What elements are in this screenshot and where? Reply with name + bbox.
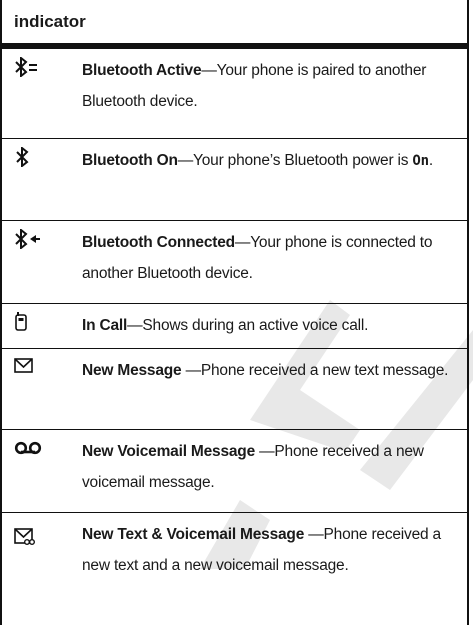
row-desc: —Your phone’s Bluetooth power is — [177, 152, 413, 169]
row-text: New Voicemail Message —Phone received a … — [82, 430, 467, 512]
row-desc-end: . — [428, 152, 433, 169]
row-title: New Text & Voicemail Message — [82, 526, 309, 543]
row-text: Bluetooth On—Your phone’s Bluetooth powe… — [82, 139, 467, 220]
icon-cell — [2, 221, 82, 303]
row-title: New Voicemail Message — [82, 443, 260, 460]
table-row: In Call—Shows during an active voice cal… — [2, 304, 467, 349]
icon-cell — [2, 349, 82, 429]
voicemail-icon — [14, 441, 42, 455]
table-row: Bluetooth On—Your phone’s Bluetooth powe… — [2, 139, 467, 221]
table-row: New Text & Voicemail Message —Phone rece… — [2, 513, 467, 625]
row-text: Bluetooth Active—Your phone is paired to… — [82, 49, 467, 138]
row-title: Bluetooth Active — [82, 62, 202, 79]
icon-cell — [2, 49, 82, 138]
icon-cell — [2, 304, 82, 348]
header-title: indicator — [14, 11, 86, 31]
row-title: New Message — [82, 362, 186, 379]
bluetooth-connected-icon — [15, 229, 40, 249]
text-voicemail-icon — [14, 528, 35, 545]
row-title: In Call — [82, 317, 128, 334]
icon-cell — [2, 513, 82, 625]
row-desc: —Phone received a new text message. — [185, 362, 449, 379]
row-text: Bluetooth Connected—Your phone is connec… — [82, 221, 467, 303]
table-row: Bluetooth Active—Your phone is paired to… — [2, 49, 467, 139]
row-text: New Message —Phone received a new text m… — [82, 349, 467, 429]
new-message-icon — [14, 358, 33, 373]
table-row: New Voicemail Message —Phone received a … — [2, 430, 467, 513]
table-row: Bluetooth Connected—Your phone is connec… — [2, 221, 467, 304]
table-header: indicator — [2, 0, 467, 49]
row-text: In Call—Shows during an active voice cal… — [82, 304, 467, 348]
row-text: New Text & Voicemail Message —Phone rece… — [82, 513, 467, 625]
row-title: Bluetooth Connected — [82, 234, 235, 251]
bluetooth-on-icon — [16, 147, 29, 167]
icon-cell — [2, 139, 82, 220]
in-call-icon — [15, 312, 27, 331]
row-desc: —Shows during an active voice call. — [127, 317, 369, 334]
bluetooth-active-icon — [15, 57, 37, 77]
row-title: Bluetooth On — [82, 152, 178, 169]
power-state-code: On — [412, 153, 429, 169]
indicator-table: indicator Bluetooth Active—Your phone is… — [0, 0, 469, 625]
icon-cell — [2, 430, 82, 512]
table-row: New Message —Phone received a new text m… — [2, 349, 467, 430]
